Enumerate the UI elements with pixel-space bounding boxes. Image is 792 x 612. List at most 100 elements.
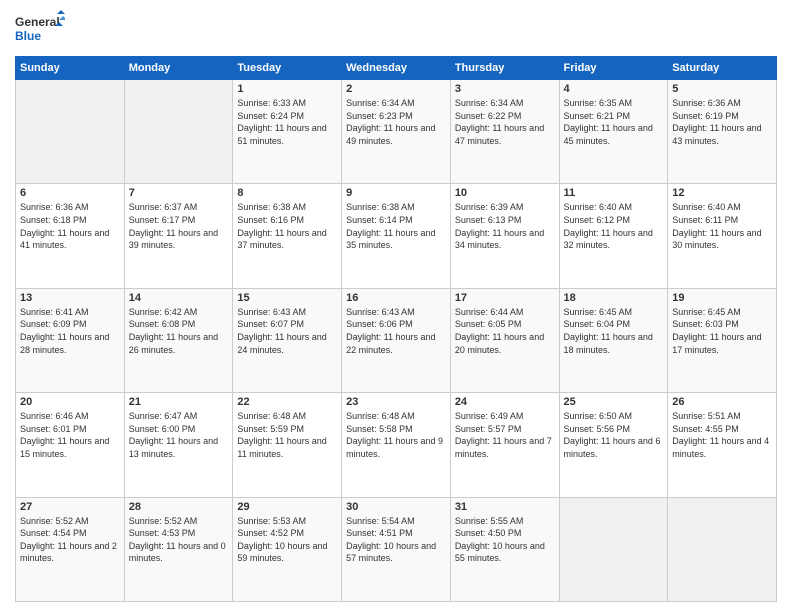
logo-svg: General Blue — [15, 10, 65, 50]
calendar-cell: 19 Sunrise: 6:45 AM Sunset: 6:03 PM Dayli… — [668, 288, 777, 392]
calendar-cell: 1Sunrise: 6:33 AM Sunset: 6:24 PM Daylig… — [233, 80, 342, 184]
calendar-cell: 30 Sunrise: 5:54 AM Sunset: 4:51 PM Dayli… — [342, 497, 451, 601]
day-info: Sunrise: 5:52 AM Sunset: 4:54 PM Dayligh… — [20, 515, 120, 565]
day-number: 7 — [129, 187, 229, 199]
day-info: Sunrise: 6:47 AM Sunset: 6:00 PM Dayligh… — [129, 410, 229, 460]
day-info: Sunrise: 6:48 AM Sunset: 5:58 PM Dayligh… — [346, 410, 446, 460]
calendar-cell: 15 Sunrise: 6:43 AM Sunset: 6:07 PM Dayli… — [233, 288, 342, 392]
day-info: Sunrise: 6:48 AM Sunset: 5:59 PM Dayligh… — [237, 410, 337, 460]
calendar-cell: 22 Sunrise: 6:48 AM Sunset: 5:59 PM Dayli… — [233, 393, 342, 497]
day-info: Sunrise: 5:53 AM Sunset: 4:52 PM Dayligh… — [237, 515, 337, 565]
day-info: Sunrise: 5:54 AM Sunset: 4:51 PM Dayligh… — [346, 515, 446, 565]
calendar-cell: 26 Sunrise: 5:51 AM Sunset: 4:55 PM Dayli… — [668, 393, 777, 497]
page: General Blue SundayMondayTuesdayWednesda… — [0, 0, 792, 612]
day-info: Sunrise: 6:41 AM Sunset: 6:09 PM Dayligh… — [20, 306, 120, 356]
day-info: Sunrise: 6:34 AM Sunset: 6:22 PM Dayligh… — [455, 97, 555, 147]
day-info: Sunrise: 6:37 AM Sunset: 6:17 PM Dayligh… — [129, 201, 229, 251]
calendar-cell: 5 Sunrise: 6:36 AM Sunset: 6:19 PM Daylig… — [668, 80, 777, 184]
day-info: Sunrise: 6:43 AM Sunset: 6:06 PM Dayligh… — [346, 306, 446, 356]
day-number: 27 — [20, 501, 120, 513]
day-number: 30 — [346, 501, 446, 513]
day-info: Sunrise: 6:34 AM Sunset: 6:23 PM Dayligh… — [346, 97, 446, 147]
day-number: 9 — [346, 187, 446, 199]
day-number: 18 — [564, 292, 664, 304]
svg-text:General: General — [15, 15, 60, 29]
day-info: Sunrise: 6:38 AM Sunset: 6:16 PM Dayligh… — [237, 201, 337, 251]
day-number: 19 — [672, 292, 772, 304]
day-info: Sunrise: 6:46 AM Sunset: 6:01 PM Dayligh… — [20, 410, 120, 460]
calendar-cell — [559, 497, 668, 601]
day-info: Sunrise: 6:40 AM Sunset: 6:12 PM Dayligh… — [564, 201, 664, 251]
calendar-cell: 16 Sunrise: 6:43 AM Sunset: 6:06 PM Dayli… — [342, 288, 451, 392]
weekday-header-friday: Friday — [559, 57, 668, 80]
calendar-cell: 6 Sunrise: 6:36 AM Sunset: 6:18 PM Daylig… — [16, 184, 125, 288]
day-number: 3 — [455, 83, 555, 95]
calendar-cell: 9 Sunrise: 6:38 AM Sunset: 6:14 PM Daylig… — [342, 184, 451, 288]
calendar-row-3: 20 Sunrise: 6:46 AM Sunset: 6:01 PM Dayli… — [16, 393, 777, 497]
calendar-cell: 8 Sunrise: 6:38 AM Sunset: 6:16 PM Daylig… — [233, 184, 342, 288]
day-number: 20 — [20, 396, 120, 408]
day-info: Sunrise: 6:38 AM Sunset: 6:14 PM Dayligh… — [346, 201, 446, 251]
day-info: Sunrise: 6:42 AM Sunset: 6:08 PM Dayligh… — [129, 306, 229, 356]
calendar-cell: 23Sunrise: 6:48 AM Sunset: 5:58 PM Dayli… — [342, 393, 451, 497]
weekday-header-saturday: Saturday — [668, 57, 777, 80]
day-info: Sunrise: 6:33 AM Sunset: 6:24 PM Dayligh… — [237, 97, 337, 147]
day-number: 21 — [129, 396, 229, 408]
day-info: Sunrise: 5:52 AM Sunset: 4:53 PM Dayligh… — [129, 515, 229, 565]
weekday-header-wednesday: Wednesday — [342, 57, 451, 80]
day-info: Sunrise: 6:36 AM Sunset: 6:19 PM Dayligh… — [672, 97, 772, 147]
calendar-cell: 2 Sunrise: 6:34 AM Sunset: 6:23 PM Daylig… — [342, 80, 451, 184]
calendar-cell: 13 Sunrise: 6:41 AM Sunset: 6:09 PM Dayli… — [16, 288, 125, 392]
calendar-cell: 18 Sunrise: 6:45 AM Sunset: 6:04 PM Dayli… — [559, 288, 668, 392]
day-number: 22 — [237, 396, 337, 408]
calendar-cell: 7 Sunrise: 6:37 AM Sunset: 6:17 PM Daylig… — [124, 184, 233, 288]
day-number: 29 — [237, 501, 337, 513]
day-number: 16 — [346, 292, 446, 304]
calendar-cell: 4Sunrise: 6:35 AM Sunset: 6:21 PM Daylig… — [559, 80, 668, 184]
day-info: Sunrise: 6:36 AM Sunset: 6:18 PM Dayligh… — [20, 201, 120, 251]
svg-text:Blue: Blue — [15, 29, 41, 43]
day-number: 2 — [346, 83, 446, 95]
weekday-header-monday: Monday — [124, 57, 233, 80]
calendar-cell: 3 Sunrise: 6:34 AM Sunset: 6:22 PM Daylig… — [450, 80, 559, 184]
day-number: 12 — [672, 187, 772, 199]
day-number: 5 — [672, 83, 772, 95]
calendar-cell: 17Sunrise: 6:44 AM Sunset: 6:05 PM Dayli… — [450, 288, 559, 392]
calendar-cell — [124, 80, 233, 184]
day-info: Sunrise: 5:51 AM Sunset: 4:55 PM Dayligh… — [672, 410, 772, 460]
calendar-cell: 28Sunrise: 5:52 AM Sunset: 4:53 PM Dayli… — [124, 497, 233, 601]
calendar-cell: 24 Sunrise: 6:49 AM Sunset: 5:57 PM Dayli… — [450, 393, 559, 497]
calendar-row-1: 6 Sunrise: 6:36 AM Sunset: 6:18 PM Daylig… — [16, 184, 777, 288]
day-number: 15 — [237, 292, 337, 304]
day-number: 8 — [237, 187, 337, 199]
weekday-header-thursday: Thursday — [450, 57, 559, 80]
calendar-cell: 10 Sunrise: 6:39 AM Sunset: 6:13 PM Dayli… — [450, 184, 559, 288]
day-info: Sunrise: 6:45 AM Sunset: 6:03 PM Dayligh… — [672, 306, 772, 356]
calendar-cell: 12Sunrise: 6:40 AM Sunset: 6:11 PM Dayli… — [668, 184, 777, 288]
weekday-header-sunday: Sunday — [16, 57, 125, 80]
day-info: Sunrise: 6:49 AM Sunset: 5:57 PM Dayligh… — [455, 410, 555, 460]
header: General Blue — [15, 10, 777, 50]
day-number: 6 — [20, 187, 120, 199]
day-number: 13 — [20, 292, 120, 304]
day-number: 11 — [564, 187, 664, 199]
calendar-row-0: 1Sunrise: 6:33 AM Sunset: 6:24 PM Daylig… — [16, 80, 777, 184]
calendar-cell: 27 Sunrise: 5:52 AM Sunset: 4:54 PM Dayli… — [16, 497, 125, 601]
day-info: Sunrise: 6:43 AM Sunset: 6:07 PM Dayligh… — [237, 306, 337, 356]
day-number: 4 — [564, 83, 664, 95]
calendar-cell — [668, 497, 777, 601]
day-number: 24 — [455, 396, 555, 408]
calendar-cell — [16, 80, 125, 184]
day-number: 31 — [455, 501, 555, 513]
calendar-row-4: 27 Sunrise: 5:52 AM Sunset: 4:54 PM Dayli… — [16, 497, 777, 601]
day-info: Sunrise: 5:55 AM Sunset: 4:50 PM Dayligh… — [455, 515, 555, 565]
day-info: Sunrise: 6:45 AM Sunset: 6:04 PM Dayligh… — [564, 306, 664, 356]
calendar-cell: 20 Sunrise: 6:46 AM Sunset: 6:01 PM Dayli… — [16, 393, 125, 497]
day-info: Sunrise: 6:44 AM Sunset: 6:05 PM Dayligh… — [455, 306, 555, 356]
day-number: 10 — [455, 187, 555, 199]
day-info: Sunrise: 6:39 AM Sunset: 6:13 PM Dayligh… — [455, 201, 555, 251]
calendar-cell: 11 Sunrise: 6:40 AM Sunset: 6:12 PM Dayli… — [559, 184, 668, 288]
calendar-table: SundayMondayTuesdayWednesdayThursdayFrid… — [15, 56, 777, 602]
day-info: Sunrise: 6:50 AM Sunset: 5:56 PM Dayligh… — [564, 410, 664, 460]
day-number: 26 — [672, 396, 772, 408]
